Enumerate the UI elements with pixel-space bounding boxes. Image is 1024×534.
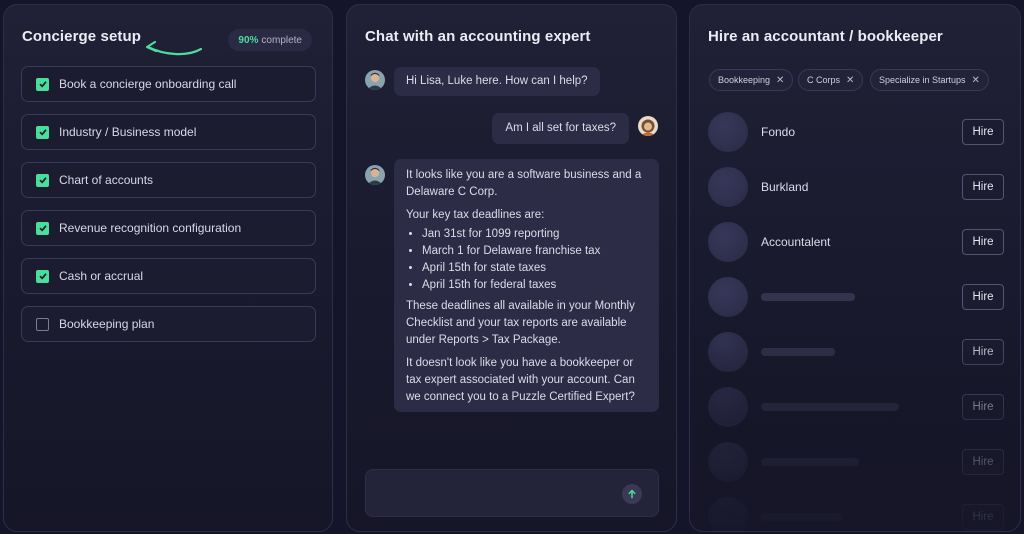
filter-chip[interactable]: C Corps ✕ bbox=[798, 69, 864, 91]
name-placeholder-bar bbox=[761, 348, 835, 356]
avatar bbox=[708, 497, 748, 531]
checklist-item-label: Revenue recognition configuration bbox=[59, 221, 242, 235]
checklist-item-label: Cash or accrual bbox=[59, 269, 144, 283]
hire-button[interactable]: Hire bbox=[962, 119, 1004, 145]
arrow-icon bbox=[145, 40, 203, 56]
chat-panel: Chat with an accounting expert Hi Lisa, … bbox=[346, 4, 677, 532]
hire-title: Hire an accountant / bookkeeper bbox=[708, 28, 943, 45]
deadline-item: April 15th for federal taxes bbox=[422, 277, 647, 294]
message-paragraph: It looks like you are a software busines… bbox=[406, 169, 642, 198]
hire-panel: Hire an accountant / bookkeeper Bookkeep… bbox=[689, 4, 1021, 532]
close-icon[interactable]: ✕ bbox=[846, 75, 854, 86]
name-placeholder-bar bbox=[761, 293, 855, 301]
expert-avatar bbox=[365, 70, 385, 90]
checkbox-checked-icon[interactable] bbox=[36, 77, 49, 91]
deadline-item: April 15th for state taxes bbox=[422, 260, 647, 277]
concierge-setup-panel: Concierge setup 90% complete Book a conc… bbox=[3, 4, 333, 532]
chat-message-expert: Hi Lisa, Luke here. How can I help? bbox=[394, 67, 600, 96]
checklist-item[interactable]: Cash or accrual bbox=[21, 258, 316, 294]
checkbox-checked-icon[interactable] bbox=[36, 173, 49, 187]
chat-input[interactable] bbox=[365, 469, 659, 517]
accountant-name: Fondo bbox=[761, 125, 796, 139]
filter-chip[interactable]: Specialize in Startups ✕ bbox=[870, 69, 989, 91]
checklist-item-label: Book a concierge onboarding call bbox=[59, 77, 237, 91]
hire-button[interactable]: Hire bbox=[962, 284, 1004, 310]
avatar bbox=[708, 332, 748, 372]
accountant-row-placeholder: Hire bbox=[708, 277, 1004, 317]
checkbox-checked-icon[interactable] bbox=[36, 125, 49, 139]
message-paragraph: It doesn't look like you have a bookkeep… bbox=[406, 357, 635, 403]
checkbox-unchecked-icon[interactable] bbox=[36, 317, 49, 331]
send-button[interactable] bbox=[622, 484, 642, 504]
progress-label: complete bbox=[261, 34, 302, 46]
checkbox-checked-icon[interactable] bbox=[36, 269, 49, 283]
expert-avatar bbox=[365, 165, 385, 185]
close-icon[interactable]: ✕ bbox=[972, 75, 980, 86]
avatar bbox=[708, 222, 748, 262]
hire-button[interactable]: Hire bbox=[962, 449, 1004, 475]
checklist-item[interactable]: Chart of accounts bbox=[21, 162, 316, 198]
chat-message-user: Am I all set for taxes? bbox=[492, 113, 629, 144]
checkbox-checked-icon[interactable] bbox=[36, 221, 49, 235]
chat-message-expert-long: It looks like you are a software busines… bbox=[394, 159, 659, 412]
message-paragraph: Your key tax deadlines are: bbox=[406, 209, 545, 221]
filter-chip-label: Specialize in Startups bbox=[879, 75, 966, 85]
hire-button[interactable]: Hire bbox=[962, 339, 1004, 365]
filter-chip[interactable]: Bookkeeping ✕ bbox=[709, 69, 794, 91]
user-avatar bbox=[638, 116, 658, 136]
concierge-title: Concierge setup bbox=[22, 28, 142, 45]
accountant-row: Fondo Hire bbox=[708, 112, 1004, 152]
avatar bbox=[708, 167, 748, 207]
avatar bbox=[708, 442, 748, 482]
progress-percent: 90% bbox=[238, 34, 259, 46]
deadline-item: March 1 for Delaware franchise tax bbox=[422, 243, 647, 260]
name-placeholder-bar bbox=[761, 513, 843, 521]
accountant-row-placeholder: Hire bbox=[708, 332, 1004, 372]
checklist-item[interactable]: Book a concierge onboarding call bbox=[21, 66, 316, 102]
avatar bbox=[708, 387, 748, 427]
filter-chip-label: Bookkeeping bbox=[718, 75, 771, 85]
checklist-item[interactable]: Industry / Business model bbox=[21, 114, 316, 150]
checklist-item[interactable]: Revenue recognition configuration bbox=[21, 210, 316, 246]
filter-chip-label: C Corps bbox=[807, 75, 841, 85]
avatar bbox=[708, 112, 748, 152]
arrow-up-icon bbox=[628, 489, 636, 499]
hire-button[interactable]: Hire bbox=[962, 174, 1004, 200]
chat-title: Chat with an accounting expert bbox=[365, 28, 591, 45]
avatar bbox=[708, 277, 748, 317]
accountant-row-placeholder: Hire bbox=[708, 387, 1004, 427]
name-placeholder-bar bbox=[761, 458, 859, 466]
checklist-item-label: Chart of accounts bbox=[59, 173, 154, 187]
accountant-row: Burkland Hire bbox=[708, 167, 1004, 207]
accountant-name: Burkland bbox=[761, 180, 809, 194]
close-icon[interactable]: ✕ bbox=[776, 75, 784, 86]
name-placeholder-bar bbox=[761, 403, 899, 411]
accountant-name: Accountalent bbox=[761, 235, 831, 249]
hire-button[interactable]: Hire bbox=[962, 394, 1004, 420]
checklist-item-label: Industry / Business model bbox=[59, 125, 197, 139]
accountant-row-placeholder: Hire bbox=[708, 442, 1004, 482]
hire-button[interactable]: Hire bbox=[962, 229, 1004, 255]
deadline-list: Jan 31st for 1099 reporting March 1 for … bbox=[406, 226, 647, 294]
accountant-row-placeholder: Hire bbox=[708, 497, 1004, 531]
message-paragraph: These deadlines all available in your Mo… bbox=[406, 300, 635, 346]
progress-badge: 90% complete bbox=[228, 29, 312, 51]
deadline-item: Jan 31st for 1099 reporting bbox=[422, 226, 647, 243]
checklist-item-label: Bookkeeping plan bbox=[59, 317, 155, 331]
accountant-row: Accountalent Hire bbox=[708, 222, 1004, 262]
checklist-item[interactable]: Bookkeeping plan bbox=[21, 306, 316, 342]
hire-button[interactable]: Hire bbox=[962, 504, 1004, 530]
